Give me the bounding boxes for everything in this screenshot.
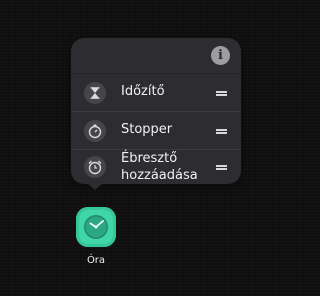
label-line-2: hozzáadása bbox=[121, 168, 198, 183]
drag-handle-icon[interactable] bbox=[216, 129, 227, 134]
stopwatch-icon bbox=[84, 120, 106, 142]
shortcut-add-alarm-label: Ébresztő hozzáadása bbox=[121, 150, 198, 184]
popup-pointer bbox=[88, 184, 102, 190]
app-shortcut-popup: i Időzítő Stopper Ébresztő hozzáadása bbox=[71, 38, 241, 184]
hourglass-icon bbox=[84, 82, 106, 104]
alarm-clock-icon bbox=[84, 156, 106, 178]
info-icon[interactable]: i bbox=[211, 46, 230, 65]
drag-handle-icon[interactable] bbox=[216, 91, 227, 96]
drag-handle-icon[interactable] bbox=[216, 165, 227, 170]
shortcut-stopwatch-label: Stopper bbox=[121, 122, 173, 137]
shortcut-add-alarm[interactable]: Ébresztő hozzáadása bbox=[71, 148, 241, 185]
popup-header: i bbox=[71, 38, 241, 74]
clock-app-icon[interactable] bbox=[76, 207, 116, 247]
clock-icon bbox=[84, 215, 108, 239]
shortcut-timer[interactable]: Időzítő bbox=[71, 74, 241, 111]
shortcut-stopwatch[interactable]: Stopper bbox=[71, 112, 241, 149]
label-line-1: Ébresztő bbox=[121, 151, 178, 166]
app-label: Óra bbox=[86, 255, 106, 266]
shortcut-timer-label: Időzítő bbox=[121, 84, 165, 99]
